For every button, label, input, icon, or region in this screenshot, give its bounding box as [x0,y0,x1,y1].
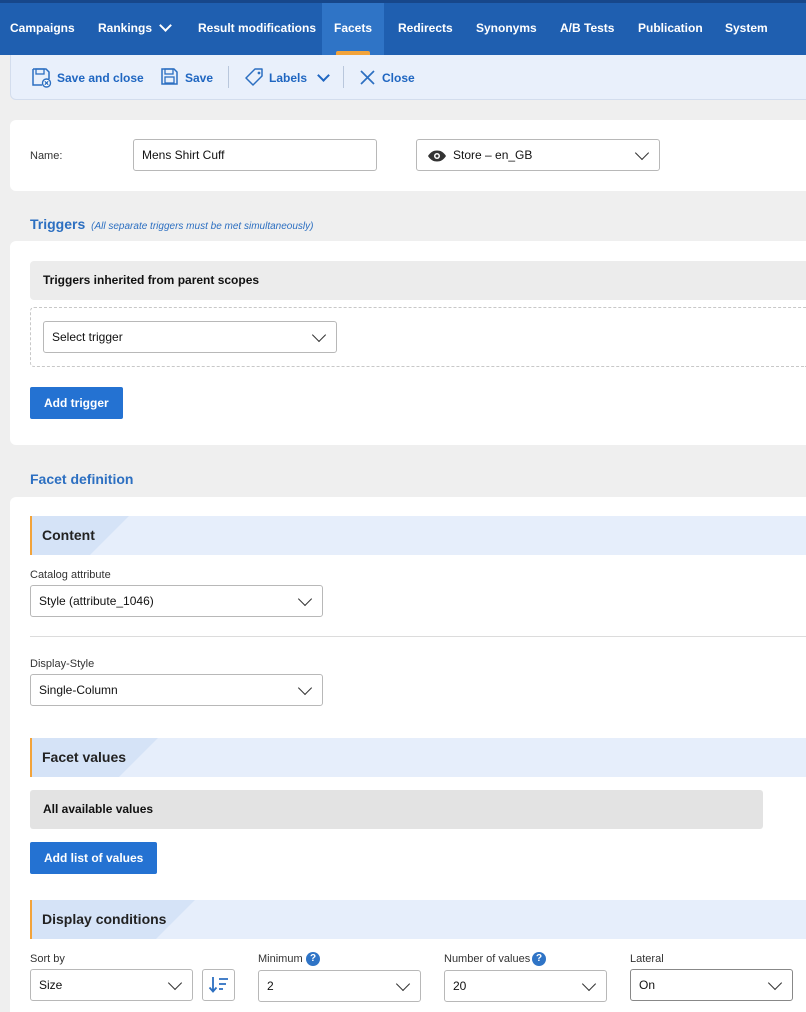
number-of-values-label: Number of values [444,953,531,965]
add-trigger-button[interactable]: Add trigger [30,387,123,419]
minimum-label: Minimum [258,953,303,965]
number-of-values-select[interactable]: 20 [444,970,607,1002]
top-navigation: Campaigns Rankings Result modifications … [0,0,806,55]
display-conditions-section-header: Display conditions [30,900,806,939]
save-label: Save [185,71,214,85]
nav-rankings-label: Rankings [98,21,153,35]
nav-ab-tests-label: A/B Tests [560,21,615,35]
content-section-header: Content [30,516,806,555]
scope-value: Store – en_GB [453,148,533,162]
nav-facets-label: Facets [333,21,373,35]
lateral-label: Lateral [630,953,664,965]
facet-definition-title-text: Facet definition [30,471,134,487]
select-trigger-dropdown[interactable]: Select trigger [43,321,337,353]
nav-synonyms-label: Synonyms [476,21,537,35]
display-style-value: Single-Column [39,683,118,697]
sort-by-label: Sort by [30,953,65,965]
sort-by-value: Size [39,978,63,992]
scope-select[interactable]: Store – en_GB [416,139,660,171]
nav-publication-label: Publication [638,21,703,35]
chevron-down-icon [317,69,331,83]
chevron-down-icon [767,975,783,991]
save-button[interactable]: Save [160,67,213,89]
nav-campaigns[interactable]: Campaigns [10,3,75,55]
toolbar: Save and close Save Labels Close [10,55,806,100]
save-and-close-button[interactable]: Save and close [31,67,144,89]
all-values-label: All available values [43,802,154,816]
nav-redirects-label: Redirects [398,21,453,35]
toolbar-divider [343,66,344,88]
catalog-attribute-select[interactable]: Style (attribute_1046) [30,585,323,617]
content-tab-tip [90,516,129,555]
save-close-icon [32,68,52,88]
nav-result-modifications-label: Result modifications [198,21,317,35]
facet-values-section-header: Facet values [30,738,806,777]
nav-campaigns-label: Campaigns [10,21,75,35]
triggers-card: Triggers inherited from parent scopes Se… [10,241,806,445]
chevron-down-icon [167,975,183,991]
chevron-down-icon [297,591,313,607]
content-title: Content [42,527,95,543]
nav-synonyms[interactable]: Synonyms [476,3,537,55]
chevron-down-icon [581,976,597,992]
divider [30,636,806,637]
close-icon [360,70,375,85]
chevron-down-icon [634,145,650,161]
number-of-values-value: 20 [453,979,467,993]
lateral-select[interactable]: On [630,969,793,1001]
name-value: Mens Shirt Cuff [142,148,225,162]
display-conditions-title: Display conditions [42,911,167,927]
catalog-attribute-value: Style (attribute_1046) [39,594,154,608]
inherited-triggers-label: Triggers inherited from parent scopes [43,273,260,287]
display-style-select[interactable]: Single-Column [30,674,323,706]
sort-descending-icon [208,977,228,993]
save-icon [161,68,178,85]
minimum-select[interactable]: 2 [258,970,421,1002]
inherited-triggers-bar: Triggers inherited from parent scopes [30,261,806,300]
nav-result-modifications[interactable]: Result modifications [198,3,316,55]
all-values-bar: All available values [30,790,763,829]
eye-icon [428,150,446,162]
minimum-value: 2 [267,979,274,993]
triggers-title: Triggers (All separate triggers must be … [30,216,313,232]
facet-values-title: Facet values [42,749,127,765]
toolbar-divider [228,66,229,88]
chevron-down-icon [311,327,327,343]
labels-button[interactable]: Labels [245,67,331,89]
nav-system[interactable]: System [725,3,768,55]
triggers-title-text: Triggers [30,216,86,232]
catalog-attribute-label: Catalog attribute [30,569,111,581]
name-card: Name: Mens Shirt Cuff Store – en_GB [10,120,806,191]
nav-publication[interactable]: Publication [638,3,703,55]
close-button[interactable]: Close [359,67,415,89]
nav-system-label: System [725,21,768,35]
labels-label: Labels [269,71,308,85]
add-list-of-values-label: Add list of values [44,851,144,865]
nav-facets[interactable]: Facets [322,3,384,55]
help-icon[interactable]: ? [532,952,546,966]
chevron-down-icon [395,976,411,992]
tag-icon [245,68,263,86]
lateral-value: On [639,978,656,992]
add-trigger-label: Add trigger [44,396,109,410]
add-list-of-values-button[interactable]: Add list of values [30,842,158,874]
name-input[interactable]: Mens Shirt Cuff [133,139,377,171]
nav-ab-tests[interactable]: A/B Tests [560,3,614,55]
sort-by-select[interactable]: Size [30,969,193,1001]
triggers-hint: (All separate triggers must be met simul… [91,221,314,232]
save-and-close-label: Save and close [57,71,144,85]
display-style-label: Display-Style [30,658,95,670]
select-trigger-value: Select trigger [52,330,123,344]
help-icon[interactable]: ? [306,952,320,966]
chevron-down-icon [297,680,313,696]
close-label: Close [382,71,415,85]
name-label: Name: [30,150,63,162]
chevron-down-icon [159,18,172,32]
sort-direction-button[interactable] [202,969,235,1001]
nav-redirects[interactable]: Redirects [398,3,453,55]
nav-rankings[interactable]: Rankings [98,3,172,55]
facet-definition-title: Facet definition [30,471,133,487]
